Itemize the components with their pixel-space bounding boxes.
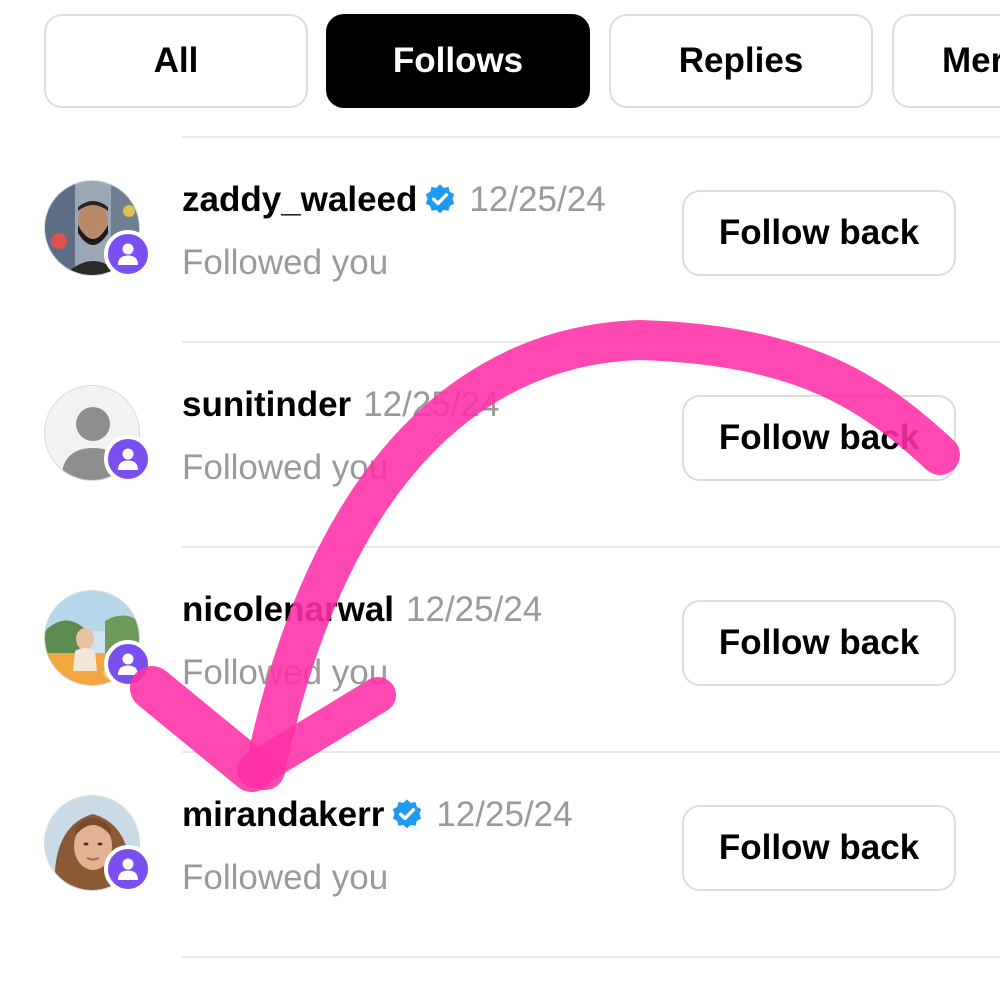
activity-text: Followed you [182,858,389,897]
person-badge [104,640,152,688]
follow-back-button[interactable]: Follow back [682,805,956,891]
activity-text: Followed you [182,243,389,282]
filter-tabs: All Follows Replies Mer [0,0,1000,130]
name-line: nicolenarwal 12/25/24 [182,590,542,630]
timestamp: 12/25/24 [363,385,500,424]
person-badge [104,435,152,483]
tab-mentions[interactable]: Mer [892,14,1000,108]
person-icon [118,243,138,265]
activity-text: Followed you [182,448,389,487]
username[interactable]: mirandakerr [182,795,384,835]
list-item[interactable]: zaddy_waleed 12/25/24 Followed you Follo… [0,138,1000,343]
verified-check-icon [393,799,422,829]
person-badge [104,845,152,893]
activity-page: All Follows Replies Mer zaddy_waleed 12/… [0,0,1000,1000]
timestamp: 12/25/24 [406,590,543,629]
username[interactable]: zaddy_waleed [182,180,417,220]
tab-follows[interactable]: Follows [326,14,590,108]
name-line: mirandakerr 12/25/24 [182,795,573,835]
tab-replies[interactable]: Replies [609,14,873,108]
person-icon [118,448,138,470]
person-badge [104,230,152,278]
list-item[interactable]: nicolenarwal 12/25/24 Followed you Follo… [0,548,1000,753]
timestamp: 12/25/24 [469,180,606,219]
tab-all[interactable]: All [44,14,308,108]
person-icon [118,653,138,675]
name-line: zaddy_waleed 12/25/24 [182,180,606,220]
list-item[interactable]: mirandakerr 12/25/24 Followed you Follow… [0,753,1000,958]
person-icon [118,858,138,880]
follow-back-button[interactable]: Follow back [682,600,956,686]
name-line: sunitinder 12/25/24 [182,385,499,425]
verified-check-icon [426,184,455,214]
username[interactable]: nicolenarwal [182,590,394,630]
username[interactable]: sunitinder [182,385,351,425]
list-item[interactable]: sunitinder 12/25/24 Followed you Follow … [0,343,1000,548]
follow-back-button[interactable]: Follow back [682,395,956,481]
follow-back-button[interactable]: Follow back [682,190,956,276]
activity-text: Followed you [182,653,389,692]
timestamp: 12/25/24 [436,795,573,834]
